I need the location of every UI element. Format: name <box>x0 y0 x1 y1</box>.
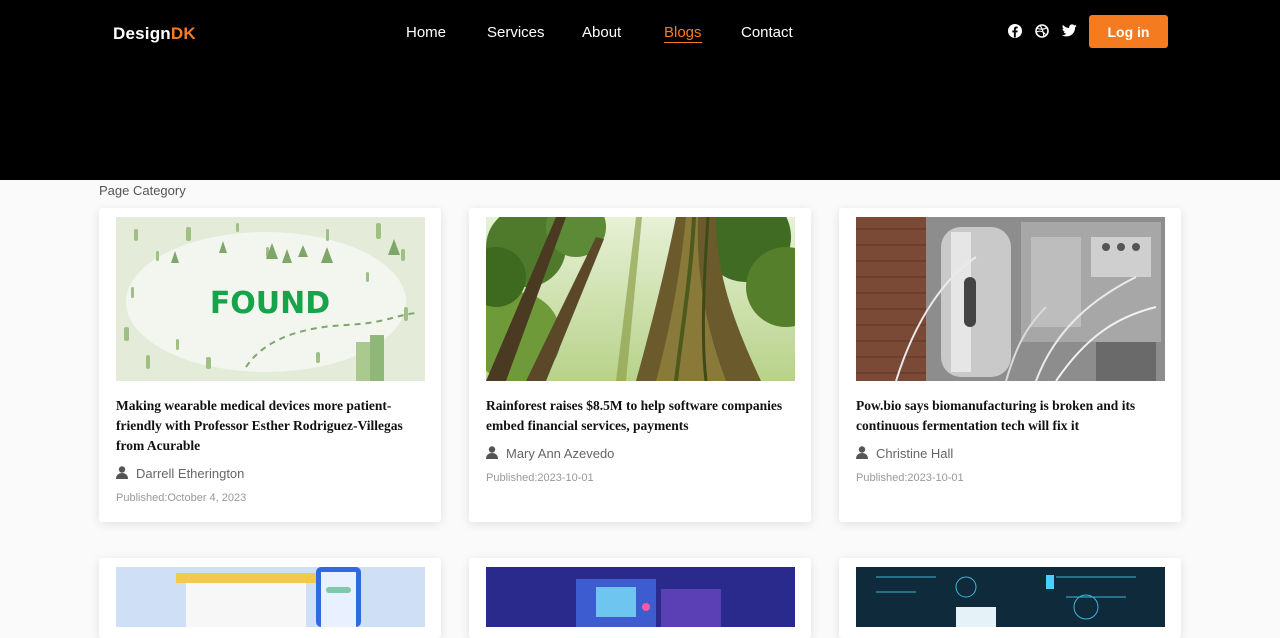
nav-links: Home Services About Blogs Contact <box>0 24 1280 44</box>
dribbble-icon[interactable] <box>1035 24 1051 40</box>
blog-card[interactable]: Rainforest raises $8.5M to help software… <box>469 208 811 522</box>
blog-card[interactable] <box>99 558 441 638</box>
blog-card[interactable] <box>839 558 1181 638</box>
navbar: DesignDK Home Services About Blogs Conta… <box>0 0 1280 180</box>
twitter-icon[interactable] <box>1062 24 1078 40</box>
blog-card[interactable] <box>469 558 811 638</box>
nav-about[interactable]: About <box>582 24 621 41</box>
user-icon <box>856 446 868 462</box>
author-name: Mary Ann Azevedo <box>506 446 615 461</box>
card-published-date: Published:2023-10-01 <box>856 472 964 484</box>
card-image-bioreactor[interactable] <box>856 217 1165 381</box>
user-icon <box>116 466 128 482</box>
nav-services[interactable]: Services <box>487 24 545 41</box>
card-author: Mary Ann Azevedo <box>486 446 614 462</box>
card-title[interactable]: Rainforest raises $8.5M to help software… <box>486 396 798 436</box>
login-button[interactable]: Log in <box>1089 15 1168 48</box>
blog-card[interactable]: FOUND Making wearable medical devices mo… <box>99 208 441 522</box>
card-image-tech[interactable] <box>486 567 795 627</box>
card-image-security[interactable] <box>856 567 1165 627</box>
card-published-date: Published:2023-10-01 <box>486 472 594 484</box>
found-image-text: FOUND <box>210 286 330 321</box>
user-icon <box>486 446 498 462</box>
facebook-icon[interactable] <box>1008 24 1024 40</box>
nav-home[interactable]: Home <box>406 24 446 41</box>
card-author: Christine Hall <box>856 446 953 462</box>
card-image-shop[interactable] <box>116 567 425 627</box>
card-image-found[interactable]: FOUND <box>116 217 425 381</box>
card-title[interactable]: Pow.bio says biomanufacturing is broken … <box>856 396 1168 436</box>
card-author: Darrell Etherington <box>116 466 244 482</box>
nav-contact[interactable]: Contact <box>741 24 793 41</box>
blog-card[interactable]: Pow.bio says biomanufacturing is broken … <box>839 208 1181 522</box>
card-published-date: Published:October 4, 2023 <box>116 492 247 504</box>
page-category-label: Page Category <box>99 183 186 198</box>
author-name: Christine Hall <box>876 446 954 461</box>
card-image-rainforest[interactable] <box>486 217 795 381</box>
author-name: Darrell Etherington <box>136 466 245 481</box>
nav-blogs[interactable]: Blogs <box>664 24 702 43</box>
card-title[interactable]: Making wearable medical devices more pat… <box>116 396 428 456</box>
